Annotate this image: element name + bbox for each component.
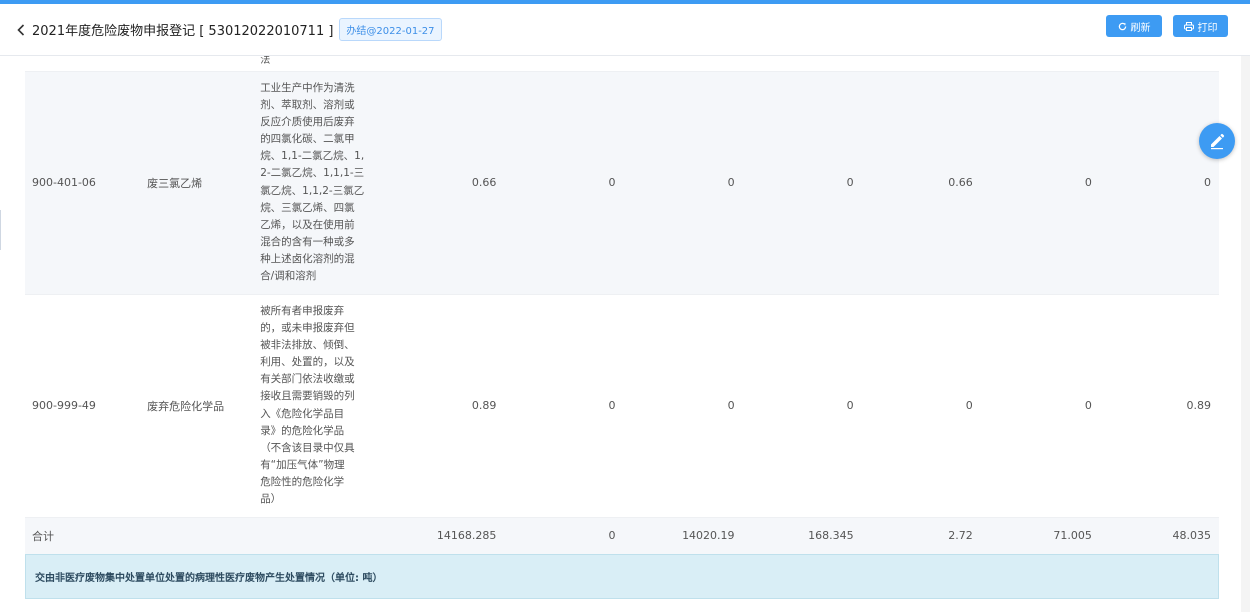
desc-line: 乙烯，以及在使用前 <box>260 218 355 231</box>
cell-value: 0 <box>623 71 743 295</box>
cell-value: 0.89 <box>384 294 505 518</box>
desc-line: 合/调和溶剂 <box>260 270 317 283</box>
desc-line: 烷、1,1-二氯乙烷、1, <box>260 150 365 163</box>
scrollbar[interactable] <box>1241 56 1250 612</box>
left-edge-indicator <box>0 210 1 250</box>
cell-value: 0 <box>742 294 862 518</box>
desc-line: 有“加压气体”物理 <box>260 458 345 471</box>
page-header: 2021年度危险废物申报登记 [ 53012022010711 ] 办结@202… <box>0 4 1250 56</box>
desc-line: 录》的危险化学品 <box>260 424 345 437</box>
refresh-icon <box>1118 22 1126 30</box>
print-label: 打印 <box>1197 22 1218 34</box>
cell-value: 0 <box>1099 71 1219 295</box>
pencil-icon <box>1211 133 1225 150</box>
total-row: 合计 14168.285 0 14020.19 168.345 2.72 71.… <box>25 517 1219 555</box>
desc-line: 的四氯化碳、二氯甲 <box>260 133 355 146</box>
waste-code: 900-999-49 <box>25 294 148 518</box>
refresh-button[interactable]: 刷新 <box>1106 15 1162 37</box>
table-row: 900-401-06 废三氯乙烯 工业生产中作为清洗 剂、萃取剂、溶剂或 反应介… <box>25 71 1219 295</box>
cell-value: 0 <box>980 294 1100 518</box>
desc-line: 工业生产中作为清洗 <box>260 81 355 94</box>
desc-line: 有关部门依法收缴或 <box>260 373 355 386</box>
desc-line: 被所有者申报废弃 <box>260 304 345 317</box>
chevron-left-icon <box>17 23 25 36</box>
status-tag: 办结@2022-01-27 <box>339 18 442 41</box>
cell-value: 0 <box>504 294 624 518</box>
total-value: 14020.19 <box>623 517 743 555</box>
desc-line: 品） <box>260 493 282 506</box>
cell-value: 0.66 <box>384 71 505 295</box>
waste-name: 废三氯乙烯 <box>147 71 261 295</box>
table-row: 法 <box>25 56 1219 72</box>
refresh-label: 刷新 <box>1130 22 1151 34</box>
back-button[interactable] <box>14 20 28 40</box>
cell-value: 0 <box>623 294 743 518</box>
desc-line: 烷、三氯乙烯、四氯 <box>260 201 355 214</box>
waste-code: 900-401-06 <box>25 71 148 295</box>
desc-line: 接收且需要销毁的列 <box>260 390 355 403</box>
cell-value: 0 <box>980 71 1100 295</box>
cell-value: 0.66 <box>861 71 981 295</box>
desc-line: 2-二氯乙烷、1,1,1-三 <box>260 167 365 180</box>
desc-line: 反应介质使用后废弃 <box>260 115 355 128</box>
cell-value: 0.89 <box>1099 294 1219 518</box>
desc-line: 种上述卤化溶剂的混 <box>260 253 355 266</box>
total-value: 71.005 <box>980 517 1100 555</box>
total-value: 0 <box>504 517 624 555</box>
total-value: 2.72 <box>861 517 981 555</box>
cell-value: 0 <box>742 71 862 295</box>
section-header: 交由非医疗废物集中处置单位处置的病理性医疗废物产生处置情况（单位: 吨） <box>25 554 1219 599</box>
total-value: 14168.285 <box>384 517 505 555</box>
waste-name: 废弃危险化学品 <box>147 294 261 518</box>
desc-fragment: 法 <box>260 56 385 72</box>
waste-description: 被所有者申报废弃 的，或未申报废弃但 被非法排放、倾倒、 利用、处置的，以及 有… <box>260 294 385 518</box>
desc-line: 被非法排放、倾倒、 <box>260 338 355 351</box>
print-button[interactable]: 打印 <box>1173 15 1228 37</box>
page-title: 2021年度危险废物申报登记 [ 53012022010711 ] <box>32 24 334 39</box>
printer-icon <box>1183 21 1194 31</box>
edit-button[interactable] <box>1199 123 1235 159</box>
desc-line: 入《危险化学品目 <box>260 407 345 420</box>
desc-line: 氯乙烷、1,1,2-三氯乙 <box>260 184 365 197</box>
waste-description: 工业生产中作为清洗 剂、萃取剂、溶剂或 反应介质使用后废弃 的四氯化碳、二氯甲 … <box>260 71 385 295</box>
desc-line: 混合的含有一种或多 <box>260 235 355 248</box>
desc-line: 剂、萃取剂、溶剂或 <box>260 98 355 111</box>
total-value: 168.345 <box>742 517 862 555</box>
content-area: 法 900-401-06 废三氯乙烯 工业生产中作为清洗 剂、萃取剂、溶剂或 反… <box>0 56 1250 612</box>
desc-line: 危险性的危险化学 <box>260 476 345 489</box>
desc-line: 利用、处置的，以及 <box>260 356 355 369</box>
total-label: 合计 <box>25 517 148 555</box>
total-value: 48.035 <box>1099 517 1219 555</box>
cell-value: 0 <box>504 71 624 295</box>
cell-value: 0 <box>861 294 981 518</box>
table-row: 900-999-49 废弃危险化学品 被所有者申报废弃 的，或未申报废弃但 被非… <box>25 294 1219 518</box>
desc-line: 的，或未申报废弃但 <box>260 321 355 334</box>
desc-line: （不含该目录中仅具 <box>260 441 355 454</box>
waste-table: 法 900-401-06 废三氯乙烯 工业生产中作为清洗 剂、萃取剂、溶剂或 反… <box>25 56 1219 555</box>
